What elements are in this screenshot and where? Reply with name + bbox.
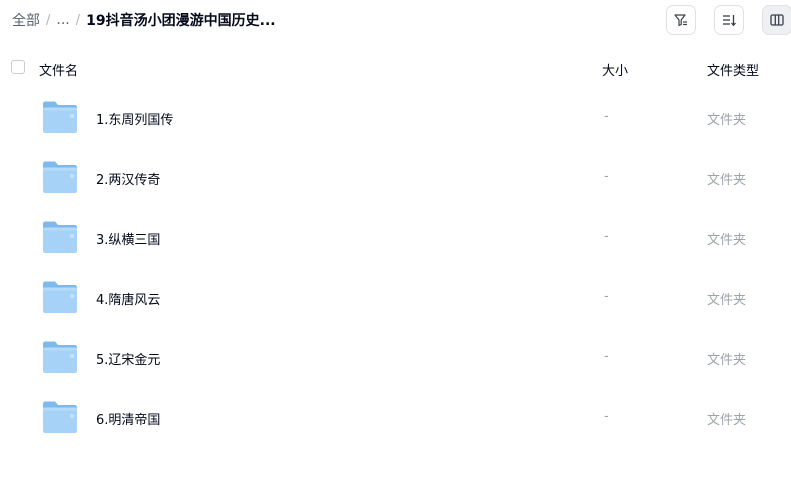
- file-size: -: [604, 409, 609, 424]
- file-type: 文件夹: [707, 173, 747, 188]
- view-toggle-button[interactable]: [762, 5, 791, 35]
- folder-icon: [42, 400, 78, 434]
- file-type: 文件夹: [707, 293, 747, 308]
- select-all-checkbox[interactable]: [11, 60, 25, 74]
- table-row[interactable]: 1.东周列国传 - 文件夹: [0, 88, 791, 148]
- filter-button[interactable]: [666, 5, 696, 35]
- column-header-type[interactable]: 文件类型: [707, 60, 759, 79]
- file-name[interactable]: 3.纵横三国: [96, 229, 160, 248]
- filter-icon: [673, 12, 689, 28]
- breadcrumb-current: 19抖音汤小团漫游中国历史...: [86, 13, 276, 29]
- column-header-size[interactable]: 大小: [602, 60, 628, 79]
- breadcrumb: 全部 / ... / 19抖音汤小团漫游中国历史...: [12, 10, 276, 30]
- table-row[interactable]: 2.两汉传奇 - 文件夹: [0, 148, 791, 208]
- folder-icon: [42, 220, 78, 254]
- file-size: -: [604, 349, 609, 364]
- table-row[interactable]: 6.明清帝国 - 文件夹: [0, 388, 791, 448]
- file-name[interactable]: 6.明清帝国: [96, 409, 160, 428]
- file-size: -: [604, 229, 609, 244]
- folder-icon: [42, 160, 78, 194]
- folder-icon: [42, 280, 78, 314]
- table-row[interactable]: 5.辽宋金元 - 文件夹: [0, 328, 791, 388]
- file-size: -: [604, 289, 609, 304]
- folder-icon: [42, 100, 78, 134]
- file-type: 文件夹: [707, 353, 747, 368]
- file-type: 文件夹: [707, 413, 747, 428]
- file-size: -: [604, 169, 609, 184]
- table-header: 文件名 大小 文件类型: [0, 56, 791, 80]
- file-name[interactable]: 2.两汉传奇: [96, 169, 160, 188]
- file-type: 文件夹: [707, 113, 747, 128]
- breadcrumb-separator: /: [75, 12, 81, 28]
- file-size: -: [604, 109, 609, 124]
- sort-icon: [721, 12, 737, 28]
- file-name[interactable]: 1.东周列国传: [96, 109, 173, 128]
- breadcrumb-ellipsis[interactable]: ...: [56, 12, 69, 28]
- table-row[interactable]: 4.隋唐风云 - 文件夹: [0, 268, 791, 328]
- table-row[interactable]: 3.纵横三国 - 文件夹: [0, 208, 791, 268]
- file-browser: 全部 / ... / 19抖音汤小团漫游中国历史... 文件名 大小 文件类型 …: [0, 0, 791, 497]
- sort-button[interactable]: [714, 5, 744, 35]
- folder-icon: [42, 340, 78, 374]
- file-type: 文件夹: [707, 233, 747, 248]
- breadcrumb-root[interactable]: 全部: [12, 10, 40, 30]
- column-header-name[interactable]: 文件名: [39, 60, 78, 79]
- breadcrumb-separator: /: [46, 12, 51, 28]
- file-name[interactable]: 5.辽宋金元: [96, 349, 160, 368]
- file-name[interactable]: 4.隋唐风云: [96, 289, 160, 308]
- file-list: 1.东周列国传 - 文件夹 2.两汉传奇 - 文件夹 3.纵横三国 - 文件夹 …: [0, 88, 791, 448]
- column-view-icon: [769, 12, 785, 28]
